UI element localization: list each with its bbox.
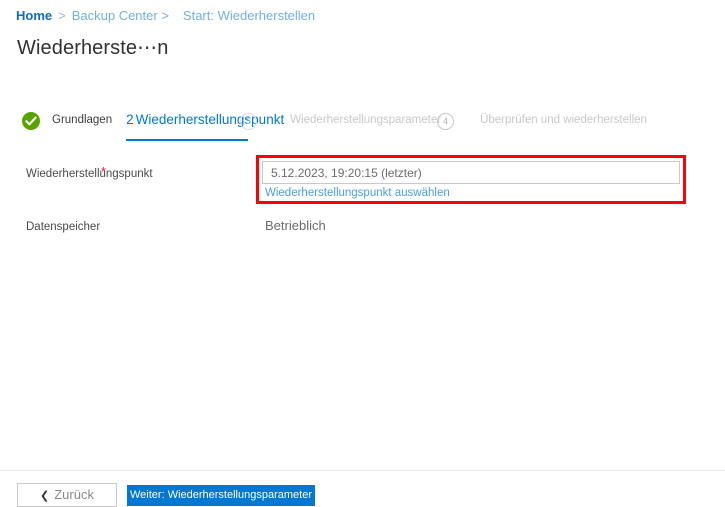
breadcrumb-item-backup-center[interactable]: Backup Center > bbox=[72, 8, 169, 23]
wizard-step-label: Wiederherstellungsparameter bbox=[290, 114, 442, 126]
wizard-step-grundlagen[interactable]: Grundlagen bbox=[22, 110, 112, 140]
chevron-left-icon: ❮ bbox=[40, 490, 50, 502]
breadcrumb-item-home[interactable]: Home bbox=[16, 8, 52, 23]
breadcrumb-separator-icon: > bbox=[58, 8, 66, 23]
recovery-point-input[interactable] bbox=[262, 161, 680, 184]
wizard-step-label: Wiederherstellungspunkt bbox=[135, 112, 285, 127]
page-title: Wiederherste⋯n bbox=[17, 37, 169, 59]
breadcrumb: Home > Backup Center > Start: Wiederherstel… bbox=[16, 8, 315, 24]
wizard-step-bar: Grundlagen 2 Wiederherstellungspunkt 3 Wi… bbox=[22, 110, 647, 141]
wizard-active-underline bbox=[126, 139, 249, 141]
back-button-label: Zurück bbox=[54, 487, 94, 502]
wizard-step-badge-3: 3 bbox=[240, 113, 258, 130]
recovery-point-label: Wiederherstellungspunkt bbox=[26, 168, 153, 180]
required-asterisk-icon: * bbox=[101, 164, 107, 179]
select-recovery-point-link[interactable]: Wiederherstellungspunkt auswählen bbox=[265, 186, 450, 201]
breadcrumb-item-current[interactable]: Start: Wiederherstellen bbox=[183, 8, 315, 23]
wizard-step-ueberpruefen[interactable]: Überprüfen und wiederherstellen bbox=[480, 110, 647, 140]
wizard-step-badge-4: 4 bbox=[437, 113, 455, 130]
datastore-value: Betrieblich bbox=[265, 218, 326, 233]
back-button[interactable]: ❮ Zurück bbox=[17, 483, 117, 507]
wizard-step-wiederherstellungsparameter[interactable]: Wiederherstellungsparameter 4 bbox=[290, 110, 455, 140]
check-circle-icon bbox=[22, 112, 40, 130]
wizard-step-number: 2 bbox=[126, 112, 134, 127]
next-button[interactable]: Weiter: Wiederherstellungsparameter bbox=[127, 485, 315, 506]
footer-divider bbox=[0, 470, 725, 471]
wizard-step-wiederherstellungspunkt[interactable]: 2 Wiederherstellungspunkt 3 bbox=[126, 110, 285, 141]
wizard-step-label: Überprüfen und wiederherstellen bbox=[480, 114, 647, 126]
datastore-label: Datenspeicher bbox=[26, 221, 101, 233]
wizard-step-label: Grundlagen bbox=[52, 114, 113, 126]
